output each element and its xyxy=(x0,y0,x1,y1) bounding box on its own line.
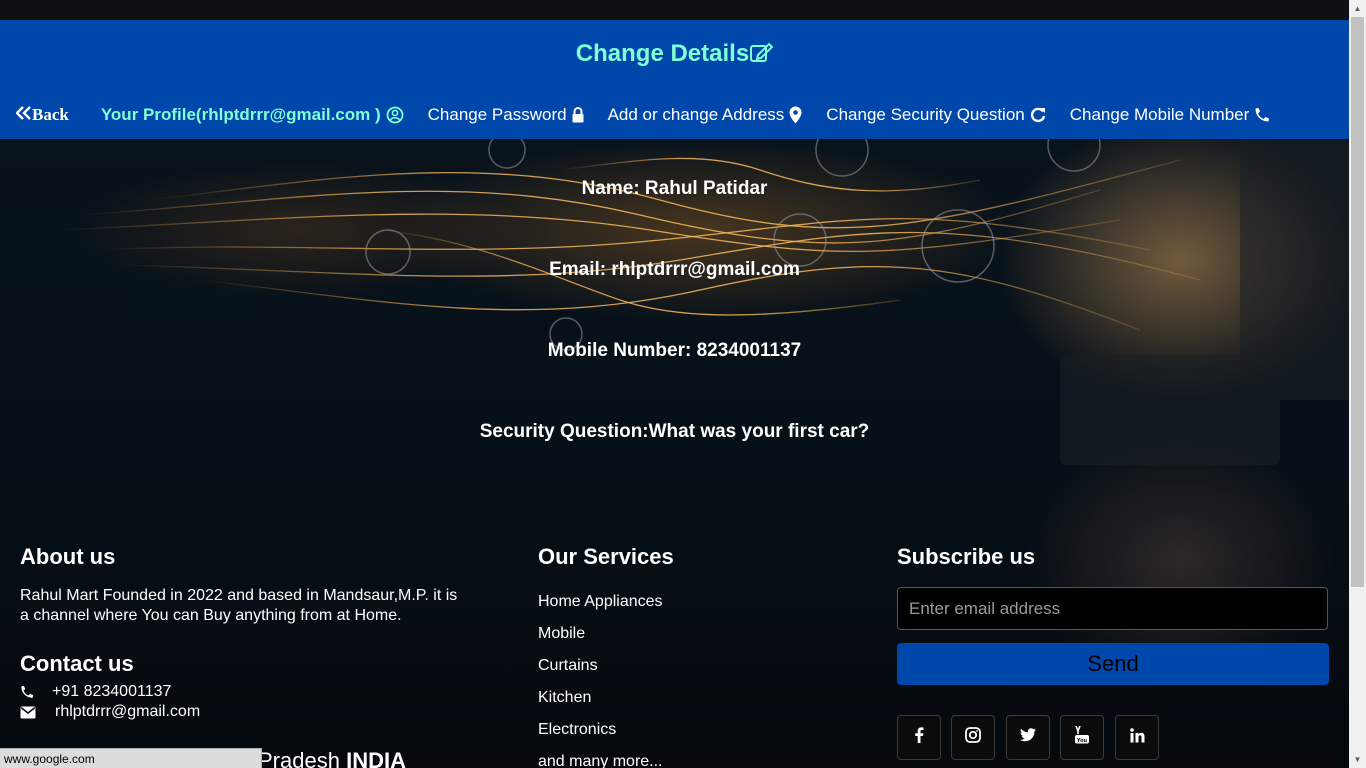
contact-location: Pradesh INDIA xyxy=(258,748,406,768)
youtube-icon: You xyxy=(1074,725,1090,749)
envelope-icon xyxy=(20,706,40,719)
nav-change-password[interactable]: Change Password xyxy=(428,105,584,125)
services-list: Home Appliances Mobile Curtains Kitchen … xyxy=(538,592,663,768)
detail-mobile: Mobile Number: 8234001137 xyxy=(547,340,802,361)
map-marker-icon xyxy=(789,106,802,124)
user-circle-icon xyxy=(386,106,404,124)
profile-nav: Back Your Profile(rhlptdrrr@gmail.com ) … xyxy=(15,104,1294,126)
facebook-icon xyxy=(914,727,924,748)
about-text: Rahul Mart Founded in 2022 and based in … xyxy=(20,587,458,624)
redo-icon xyxy=(1030,107,1046,123)
twitter-icon xyxy=(1019,728,1036,747)
youtube-button[interactable]: You xyxy=(1060,715,1104,760)
twitter-button[interactable] xyxy=(1006,715,1050,760)
browser-status-bar: www.google.com xyxy=(0,748,262,768)
subscribe-title: Subscribe us xyxy=(897,544,1036,569)
page-header: Change Details Back Your Profile(rhlptdr… xyxy=(0,20,1349,139)
about-title: About us xyxy=(20,544,116,569)
service-item-home-appliances[interactable]: Home Appliances xyxy=(538,592,663,624)
scroll-up-arrow-icon[interactable]: ▲ xyxy=(1349,0,1366,17)
service-item-electronics[interactable]: Electronics xyxy=(538,720,663,752)
svg-text:You: You xyxy=(1076,738,1088,744)
instagram-button[interactable] xyxy=(951,715,995,760)
service-item-more[interactable]: and many more... xyxy=(538,752,663,768)
services-title: Our Services xyxy=(538,544,674,569)
nav-change-address[interactable]: Add or change Address xyxy=(608,105,803,125)
double-chevron-left-icon xyxy=(15,105,32,125)
detail-name: Name: Rahul Patidar xyxy=(581,178,768,199)
scrollbar-thumb[interactable] xyxy=(1351,17,1364,587)
detail-security-question: Security Question:What was your first ca… xyxy=(479,421,870,442)
contact-email: rhlptdrrr@gmail.com xyxy=(20,703,200,721)
nav-change-security-question[interactable]: Change Security Question xyxy=(826,105,1045,125)
service-item-curtains[interactable]: Curtains xyxy=(538,656,663,688)
page-title: Change Details xyxy=(0,40,1349,68)
service-item-kitchen[interactable]: Kitchen xyxy=(538,688,663,720)
browser-top-strip xyxy=(0,0,1349,20)
edit-icon xyxy=(749,40,774,67)
nav-change-mobile-number[interactable]: Change Mobile Number xyxy=(1070,105,1271,125)
detail-email: Email: rhlptdrrr@gmail.com xyxy=(549,259,800,280)
linkedin-button[interactable] xyxy=(1115,715,1159,760)
linkedin-icon xyxy=(1129,727,1145,748)
subscribe-email-input[interactable] xyxy=(897,587,1328,630)
back-link[interactable]: Back xyxy=(15,105,69,125)
lock-icon xyxy=(572,107,584,123)
phone-icon xyxy=(20,685,40,699)
facebook-button[interactable] xyxy=(897,715,941,760)
contact-phone: +91 8234001137 xyxy=(20,683,171,701)
nav-your-profile[interactable]: Your Profile(rhlptdrrr@gmail.com ) xyxy=(101,105,404,125)
send-button[interactable]: Send xyxy=(897,643,1329,685)
contact-title: Contact us xyxy=(20,651,134,676)
page-scrollbar[interactable]: ▲ ▼ xyxy=(1349,0,1366,768)
phone-icon xyxy=(1254,107,1270,123)
instagram-icon xyxy=(965,727,981,748)
scroll-down-arrow-icon[interactable]: ▼ xyxy=(1349,751,1366,768)
service-item-mobile[interactable]: Mobile xyxy=(538,624,663,656)
